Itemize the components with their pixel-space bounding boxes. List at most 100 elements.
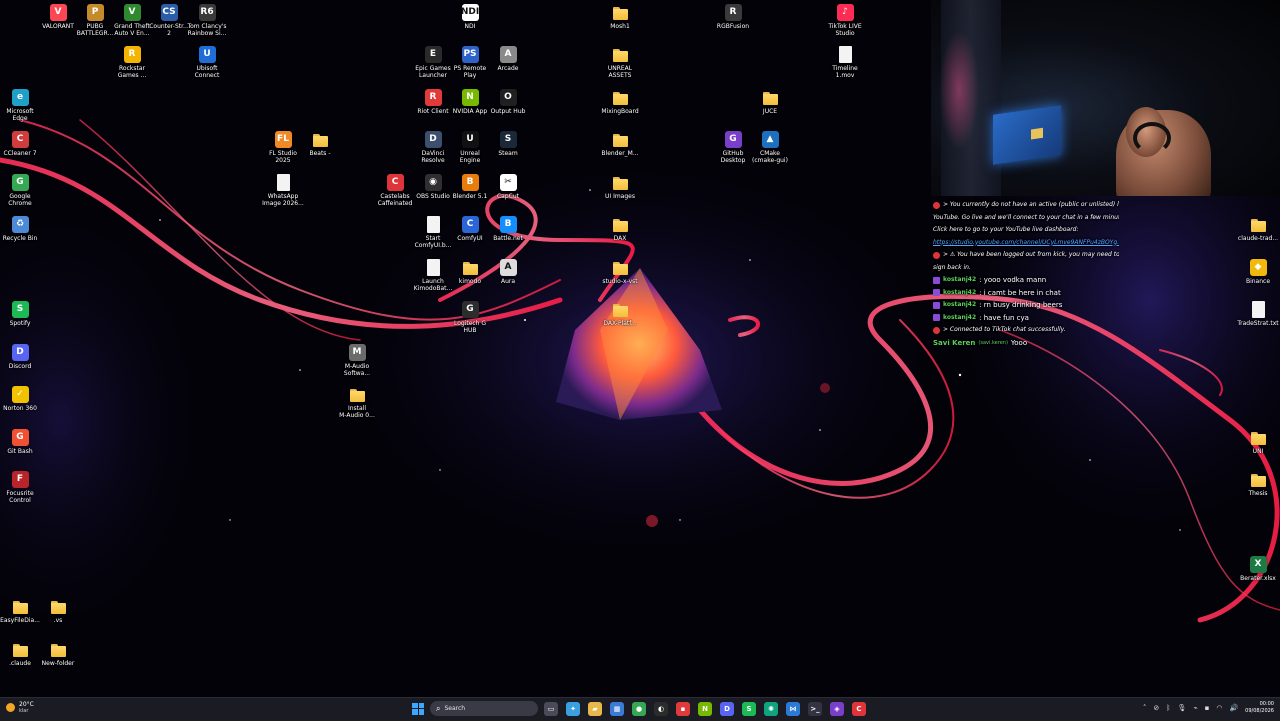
chat-line: YouTube. Go live and we'll connect to yo… (933, 212, 1119, 225)
desktop-icon-label: Focusrite Control (6, 490, 34, 504)
desktop-icon-outputhub[interactable]: O Output Hub (486, 89, 530, 115)
desktop-icon-recycle[interactable]: ♻ Recycle Bin (0, 216, 42, 242)
taskbar-nvidia-icon[interactable]: N (698, 701, 712, 716)
valorant-icon: V (49, 4, 67, 21)
taskbar-file-explorer-icon[interactable]: ▰ (588, 701, 602, 716)
desktop-icon-unrealassets[interactable]: UNREAL ASSETS (598, 46, 642, 79)
clock[interactable]: 00:00 09/08/2026 (1245, 701, 1274, 715)
desktop-icon-daxplatf[interactable]: DAX-Platf... (598, 301, 642, 327)
desktop-icon-vs[interactable]: .vs (36, 598, 80, 624)
desktop-icon-label: WhatsApp Image 2026... (262, 193, 304, 207)
desktop-icon-battlenet[interactable]: B Battle.net (486, 216, 530, 242)
desktop-icon-blenderm[interactable]: Blender_M... (598, 131, 642, 157)
logitech-icon: G (461, 301, 479, 318)
desktop-icon-label: Beats - (309, 150, 331, 157)
taskbar-castelabs-icon[interactable]: C (852, 701, 866, 716)
taskbar-discord-icon[interactable]: D (720, 701, 734, 716)
twitch-icon (933, 301, 940, 309)
desktop-icon-discord[interactable]: D Discord (0, 344, 42, 370)
ccleaner-icon: C (11, 131, 29, 148)
desktop-icon-logitech[interactable]: G Logitech G HUB (448, 301, 492, 334)
desktop-icon-label: Arcade (497, 65, 519, 72)
chrome-icon: G (11, 174, 29, 191)
usb-icon[interactable]: ⌁ (1193, 704, 1197, 712)
desktop-icon-steam[interactable]: S Steam (486, 131, 530, 157)
start-button[interactable] (412, 702, 424, 715)
desktop-icon-chrome[interactable]: G Google Chrome (0, 174, 42, 207)
taskbar-calendar-icon[interactable]: ▦ (610, 701, 624, 716)
desktop-icon-claudetrad[interactable]: claude-trad... (1236, 216, 1280, 242)
taskbar-chrome-icon[interactable]: ● (632, 701, 646, 716)
desktop-icon-uiimages[interactable]: UI Images (598, 174, 642, 200)
wifi-icon[interactable]: ◠ (1216, 704, 1222, 712)
taskbar-spotify-icon[interactable]: S (742, 701, 756, 716)
desktop-icon-timeline[interactable]: Timeline 1.mov (823, 46, 867, 79)
chat-text: > ⚠ You have been logged out from kick, … (943, 251, 1119, 258)
desktop-icon-focusrite[interactable]: F Focusrite Control (0, 471, 42, 504)
taskbar-visual-studio-icon[interactable]: ◈ (830, 701, 844, 716)
desktop-icon-juce[interactable]: JUCE (748, 89, 792, 115)
chat-line: > ⚠ You have been logged out from kick, … (933, 249, 1119, 262)
desktop-icon-mosh1[interactable]: Mosh1 (598, 4, 642, 30)
chat-line[interactable]: https://studio.youtube.com/channel/UCyLm… (933, 237, 1119, 250)
desktop-icon-label: Install M-Audio 0... (339, 405, 375, 419)
taskbar-roblox-icon[interactable]: ▪ (676, 701, 690, 716)
bluetooth-icon[interactable]: ᛒ (1166, 704, 1170, 712)
desktop-icon-mauidio[interactable]: M M-Audio Softwa... (335, 344, 379, 377)
microphone-icon[interactable]: 🎙 (1177, 704, 1186, 712)
desktop-icon-uni[interactable]: UNI (1236, 429, 1280, 455)
desktop-icon-thesis[interactable]: Thesis (1236, 471, 1280, 497)
volume-icon[interactable]: 🔊 (1229, 704, 1238, 712)
taskbar-search[interactable]: ⌕ Search (430, 701, 538, 716)
desktop-icon-whatsapp[interactable]: WhatsApp Image 2026... (261, 174, 305, 207)
cmake-icon: ▲ (761, 131, 779, 148)
taskbar-task-view-icon[interactable]: ▭ (544, 701, 558, 716)
nvidia-tray-icon[interactable]: ▪ (1205, 704, 1210, 712)
desktop-icon-installmaudio[interactable]: Install M-Audio 0... (335, 386, 379, 419)
network-off-icon[interactable]: ⊘ (1153, 704, 1159, 712)
chat-line: kostanj42: have fun cya (933, 312, 1119, 325)
desktop-icon-ubisoft[interactable]: U Ubisoft Connect (185, 46, 229, 79)
desktop-icon-label: Norton 360 (3, 405, 37, 412)
desktop-icon-beats[interactable]: Beats - (298, 131, 342, 157)
desktop-icon-ndi[interactable]: NDI NDI (448, 4, 492, 30)
desktop-icon-mixingboard[interactable]: MixingBoard (598, 89, 642, 115)
desktop-icon-cmake[interactable]: ▲ CMake (cmake-gui) (748, 131, 792, 164)
desktop-icon-spotify[interactable]: S Spotify (0, 301, 42, 327)
desktop-icon-r6[interactable]: R6 Tom Clancy's Rainbow Si... (185, 4, 229, 37)
desktop-icon-gitbash[interactable]: G Git Bash (0, 429, 42, 455)
desktop-icon-label: Aura (500, 278, 516, 285)
desktop-icon-tiktok[interactable]: ♪ TikTok LIVE Studio (823, 4, 867, 37)
desktop-icon-binance[interactable]: ◆ Binance (1236, 259, 1280, 285)
desktop-icon-rockstar[interactable]: R Rockstar Games ... (110, 46, 154, 79)
chat-link[interactable]: https://studio.youtube.com/channel/UCyLm… (933, 237, 1119, 250)
desktop-icon-dax[interactable]: DAX (598, 216, 642, 242)
desktop-icon-berater[interactable]: X Berater.xlsx (1236, 556, 1280, 582)
chat-line: Savi Keren (savi.keren) Yooo (933, 337, 1119, 350)
desktop-icon-arcade[interactable]: A Arcade (486, 46, 530, 72)
twitch-icon (933, 314, 940, 322)
folder-icon (612, 259, 629, 276)
desktop-icon-aura[interactable]: A Aura (486, 259, 530, 285)
desktop-icon-studiox[interactable]: studio-x-vst (598, 259, 642, 285)
desktop-icon-edge[interactable]: e Microsoft Edge (0, 89, 42, 122)
desktop-icon-label: Berater.xlsx (1240, 575, 1276, 582)
arcade-icon: A (499, 46, 517, 63)
taskbar-capcut-icon[interactable]: ◐ (654, 701, 668, 716)
folder-icon (50, 598, 67, 615)
taskbar-vscode-icon[interactable]: ⋈ (786, 701, 800, 716)
taskbar-terminal-icon[interactable]: >_ (808, 701, 822, 716)
desktop-icon-rgbfusion[interactable]: R RGBFusion (711, 4, 755, 30)
taskbar-copilot-icon[interactable]: ✦ (566, 701, 580, 716)
weather-widget[interactable]: 20°C klar (6, 701, 34, 714)
desktop-icon-capcut[interactable]: ✂ CapCut (486, 174, 530, 200)
desktop-icon-newfolder[interactable]: New-folder (36, 641, 80, 667)
desktop-icon-label: Recycle Bin (2, 235, 38, 242)
desktop-icon-tradestrat[interactable]: TradeStrat.txt (1236, 301, 1280, 327)
desktop-icon-norton[interactable]: ✓ Norton 360 (0, 386, 42, 412)
taskbar-chatgpt-icon[interactable]: ✺ (764, 701, 778, 716)
folder-icon (312, 131, 329, 148)
search-icon: ⌕ (436, 703, 441, 713)
desktop-icon-ccleaner[interactable]: C CCleaner 7 (0, 131, 42, 157)
chevron-up-icon[interactable]: ˄ (1143, 704, 1147, 712)
